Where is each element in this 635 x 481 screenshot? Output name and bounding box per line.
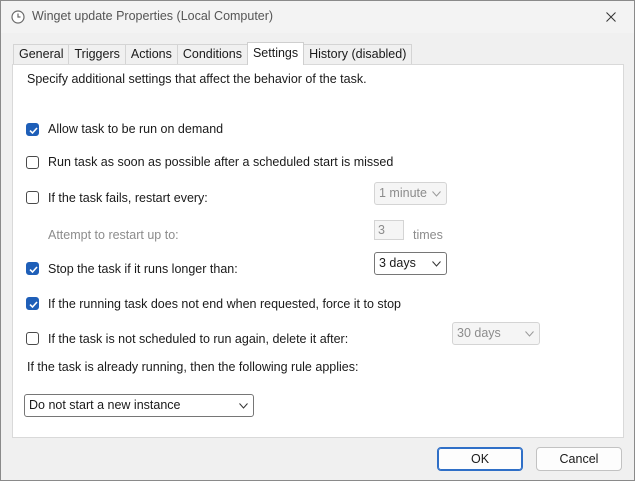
restart-attempts-unit: times <box>413 228 443 242</box>
chevron-down-icon <box>432 261 441 267</box>
restart-on-fail-checkbox[interactable] <box>26 191 39 204</box>
properties-dialog: Winget update Properties (Local Computer… <box>0 0 635 481</box>
task-scheduler-clock-icon <box>11 10 25 24</box>
settings-intro: Specify additional settings that affect … <box>27 72 367 86</box>
close-button[interactable] <box>588 1 634 33</box>
delete-after-value: 30 days <box>457 326 501 340</box>
window-title: Winget update Properties (Local Computer… <box>32 9 274 23</box>
stop-duration-combo[interactable]: 3 days <box>374 252 447 275</box>
restart-attempts-input[interactable]: 3 <box>374 220 404 240</box>
delete-after-checkbox[interactable] <box>26 332 39 345</box>
delete-after-combo[interactable]: 30 days <box>452 322 540 345</box>
checkmark-icon <box>29 301 38 309</box>
tab-general[interactable]: General <box>13 44 70 65</box>
checkmark-icon <box>29 266 38 274</box>
tab-history[interactable]: History (disabled) <box>303 44 413 65</box>
running-rule-combo[interactable]: Do not start a new instance <box>24 394 254 417</box>
stop-if-longer-checkbox[interactable] <box>26 262 39 275</box>
run-asap-label: Run task as soon as possible after a sch… <box>48 155 394 169</box>
force-stop-label: If the running task does not end when re… <box>48 297 402 311</box>
close-icon <box>606 12 616 22</box>
cancel-button[interactable]: Cancel <box>536 447 622 471</box>
ok-button[interactable]: OK <box>437 447 523 471</box>
allow-on-demand-checkbox[interactable] <box>26 123 39 136</box>
chevron-down-icon <box>239 403 248 409</box>
force-stop-checkbox[interactable] <box>26 297 39 310</box>
restart-on-fail-label: If the task fails, restart every: <box>48 191 208 205</box>
checkmark-icon <box>29 127 38 135</box>
chevron-down-icon <box>432 191 441 197</box>
stop-if-longer-label: Stop the task if it runs longer than: <box>48 262 238 276</box>
allow-on-demand-label: Allow task to be run on demand <box>48 122 224 136</box>
chevron-down-icon <box>525 331 534 337</box>
tab-actions[interactable]: Actions <box>124 44 178 65</box>
run-asap-checkbox[interactable] <box>26 156 39 169</box>
running-rule-value: Do not start a new instance <box>29 398 181 412</box>
tab-strip: General Triggers Actions Conditions Sett… <box>13 42 413 65</box>
tab-conditions[interactable]: Conditions <box>176 44 248 65</box>
restart-attempts-label: Attempt to restart up to: <box>48 228 179 242</box>
running-rule-label: If the task is already running, then the… <box>27 360 359 374</box>
delete-after-label: If the task is not scheduled to run agai… <box>48 332 349 346</box>
stop-duration-value: 3 days <box>379 256 416 270</box>
title-bar: Winget update Properties (Local Computer… <box>1 1 634 33</box>
restart-interval-combo[interactable]: 1 minute <box>374 182 447 205</box>
tab-triggers[interactable]: Triggers <box>68 44 126 65</box>
tab-settings[interactable]: Settings <box>246 42 305 65</box>
restart-interval-value: 1 minute <box>379 186 427 200</box>
settings-panel: Specify additional settings that affect … <box>12 64 624 438</box>
